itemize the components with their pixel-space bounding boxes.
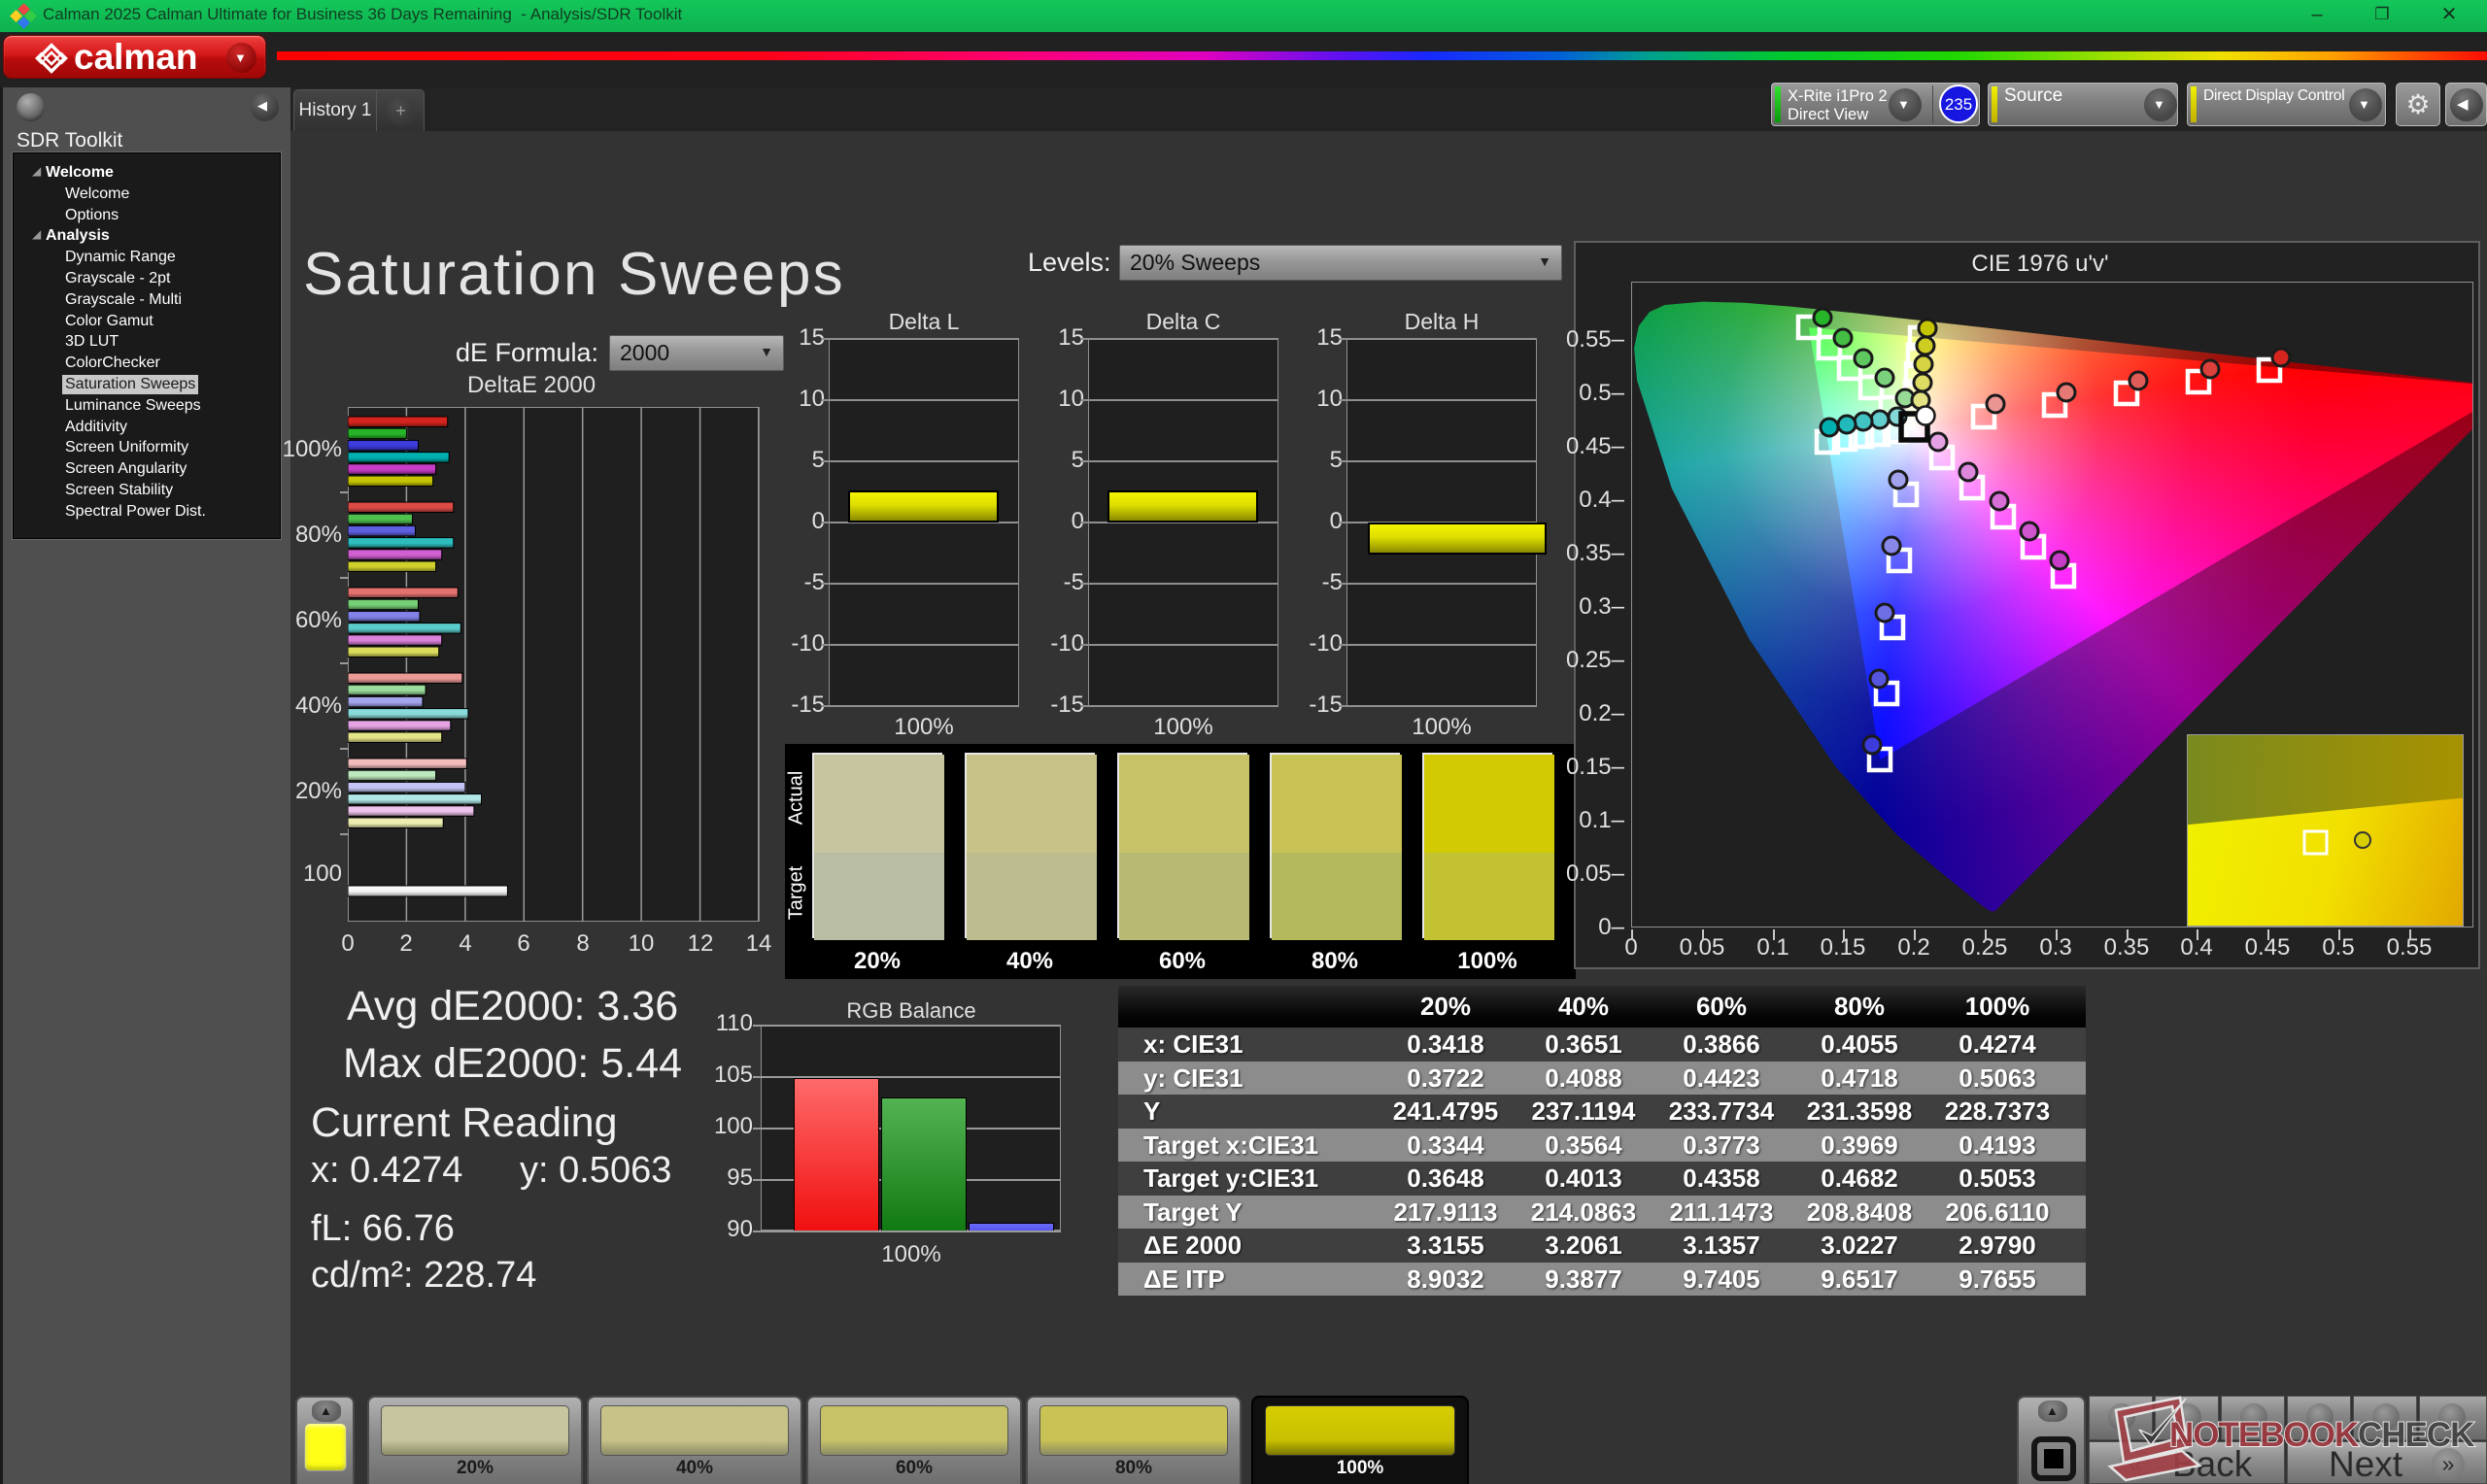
svg-text:CHECK: CHECK xyxy=(2358,1416,2474,1454)
svg-text:NOTEBOOK: NOTEBOOK xyxy=(2169,1416,2359,1454)
